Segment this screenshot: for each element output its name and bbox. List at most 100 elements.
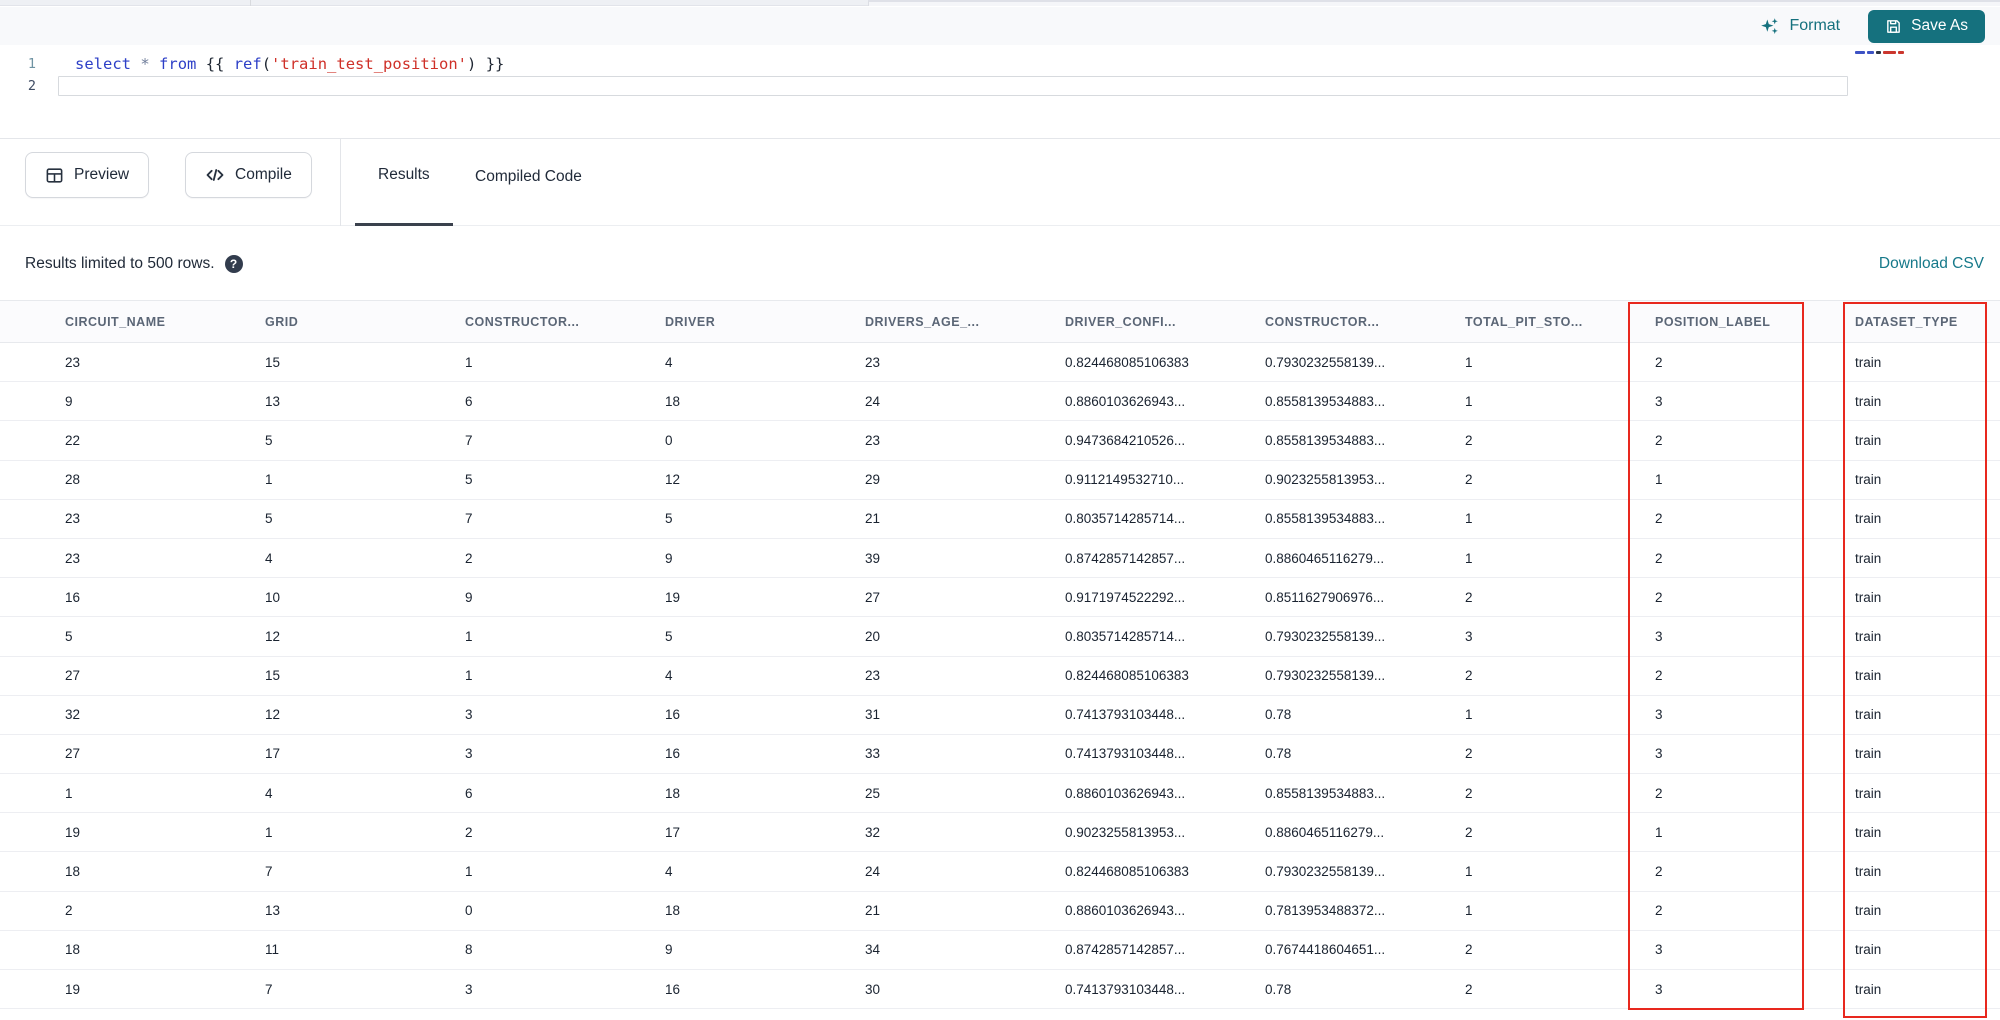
table-cell: 30 [865,981,881,997]
table-row: 16 10 9 19 27 0.9171974522292... 0.85116279069… [0,577,2000,617]
table-row: 23 15 1 4 23 0.824468085106383 0.7930232558139… [0,342,2000,382]
code-line-1[interactable]: select * from {{ ref('train_test_positio… [58,53,1848,75]
table-cell: 9 [665,550,673,566]
column-header: CONSTRUCTOR... [465,314,580,329]
table-cell: 28 [65,472,81,488]
table-cell: 1 [265,472,273,488]
table-cell: 1 [265,824,273,840]
table-cell: 0.7930232558139... [1265,354,1386,370]
minimap-mark [1883,51,1896,54]
table-cell: 0.7674418604651... [1265,942,1386,958]
table-cell: 24 [865,864,881,880]
table-cell: train [1855,981,1882,997]
table-cell: 15 [265,668,281,684]
minimap-mark [1855,51,1865,54]
editor-gutter: 1 2 [0,53,52,97]
table-cell: 11 [265,942,280,958]
table-cell: 0.8511627906976... [1265,589,1385,605]
table-cell: 16 [665,707,681,723]
table-cell: 3 [465,746,473,762]
table-cell: train [1855,589,1882,605]
table-cell: 23 [865,668,881,684]
column-header: GRID [265,314,299,329]
table-cell: 1 [1465,354,1473,370]
table-cell: 0.8860465116279... [1265,550,1385,566]
help-icon[interactable]: ? [224,254,243,273]
table-cell: 6 [465,393,473,409]
tab-results[interactable]: Results [355,139,453,226]
table-cell: 13 [265,393,281,409]
table-cell: 0.8558139534883... [1265,393,1386,409]
table-cell: 19 [65,824,81,840]
table-cell: train [1855,472,1882,488]
table-cell: 5 [665,628,673,644]
table-cell: 7 [465,432,473,448]
table-cell: 34 [865,942,881,958]
table-cell: 19 [65,981,81,997]
table-row: 5 12 1 5 20 0.8035714285714... 0.7930232558139… [0,616,2000,656]
save-as-button[interactable]: Save As [1868,9,1985,43]
table-cell: 39 [865,550,881,566]
table-cell: 19 [665,589,681,605]
table-cell: 1 [465,354,473,370]
table-cell: 1 [1655,472,1663,488]
table-cell: 2 [1655,903,1663,919]
table-cell: train [1855,354,1882,370]
table-cell: 0.7930232558139... [1265,668,1386,684]
column-header: DRIVERS_AGE_... [865,314,980,329]
table-row: 2 13 0 18 21 0.8860103626943... 0.781395348837… [0,891,2000,931]
table-cell: train [1855,942,1882,958]
format-button[interactable]: Format [1759,16,1840,37]
table-row: 32 12 3 16 31 0.7413793103448... 0.78 1 3 train [0,695,2000,735]
table-cell: 23 [65,550,81,566]
table-cell: 27 [65,668,81,684]
table-cell: 0.8860103626943... [1065,785,1186,801]
table-cell: 16 [665,981,681,997]
editor-minimap[interactable] [1855,51,1904,54]
table-cell: 0.9112149532710... [1065,472,1185,488]
table-cell: 2 [1655,354,1663,370]
sparkles-icon [1761,17,1779,34]
table-cell: 0.78 [1265,746,1292,762]
table-cell: train [1855,707,1882,723]
table-cell: 0.7930232558139... [1265,864,1386,880]
table-cell: 0.8742857142857... [1065,550,1186,566]
editor-active-line[interactable] [58,76,1848,96]
table-cell: 3 [1655,628,1663,644]
column-header: DRIVER [665,314,716,329]
table-cell: 7 [465,511,473,527]
table-cell: 0.9023255813953... [1065,824,1186,840]
download-csv-link[interactable]: Download CSV [1879,255,1984,273]
table-cell: 17 [265,746,281,762]
table-cell: 0 [665,432,673,448]
table-cell: 9 [65,393,73,409]
code-editor[interactable]: 1 2 select * from {{ ref('train_test_pos… [0,45,2000,139]
table-cell: 1 [65,785,73,801]
table-cell: 17 [665,824,681,840]
table-cell: 23 [65,511,81,527]
code-icon [206,169,224,181]
table-cell: 5 [465,472,473,488]
table-cell: 7 [265,981,273,997]
table-cell: train [1855,511,1882,527]
editor-tabs-strip[interactable] [0,0,2000,6]
table-cell: 0.8035714285714... [1065,511,1186,527]
tab-compiled-code[interactable]: Compiled Code [452,139,605,226]
compile-button[interactable]: Compile [185,152,312,198]
table-cell: 18 [665,903,681,919]
preview-button[interactable]: Preview [25,152,150,198]
table-cell: 25 [865,785,881,801]
table-cell: 3 [1655,746,1663,762]
table-cell: 1 [465,628,473,644]
table-cell: train [1855,746,1882,762]
table-cell: 23 [865,354,881,370]
table-cell: 2 [1655,511,1663,527]
table-cell: 0.7413793103448... [1065,981,1186,997]
table-cell: 0.8035714285714... [1065,628,1186,644]
code-lines[interactable]: select * from {{ ref('train_test_positio… [58,53,1848,96]
table-cell: 9 [465,589,473,605]
table-cell: 2 [1465,746,1473,762]
table-cell: 32 [865,824,881,840]
table-cell: 0.8860103626943... [1065,903,1186,919]
minimap-mark [1876,51,1881,54]
